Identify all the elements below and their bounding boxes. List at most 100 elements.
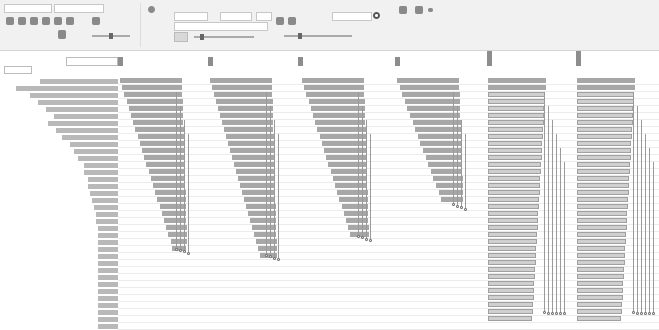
- timeline-cell[interactable]: [139, 141, 184, 146]
- timeline-cell[interactable]: [397, 78, 459, 83]
- name-row[interactable]: [0, 232, 118, 239]
- timeline-cell[interactable]: [577, 225, 627, 230]
- timeline-cell[interactable]: [577, 190, 629, 195]
- timeline-cell[interactable]: [216, 99, 273, 104]
- timeline-cell[interactable]: [423, 148, 462, 153]
- chevron-up-icon[interactable]: [428, 8, 433, 12]
- connector-end-marker[interactable]: [357, 234, 360, 238]
- timeline-cell[interactable]: [161, 211, 187, 216]
- name-row[interactable]: [0, 274, 118, 281]
- connector-end-marker[interactable]: [652, 312, 655, 315]
- name-row[interactable]: [0, 260, 118, 267]
- timeline-cell[interactable]: [577, 309, 622, 314]
- name-row[interactable]: [0, 99, 118, 106]
- timeline-cell[interactable]: [488, 162, 542, 167]
- timeline-cell[interactable]: [250, 218, 276, 223]
- connector-end-marker[interactable]: [644, 312, 647, 315]
- user-icon[interactable]: [148, 6, 155, 13]
- timeline-cell[interactable]: [306, 92, 365, 97]
- timeline-cell[interactable]: [236, 169, 275, 174]
- timeline-cell[interactable]: [248, 211, 276, 216]
- timeline-cell[interactable]: [577, 246, 626, 251]
- range-field[interactable]: [174, 22, 268, 31]
- connector-end-marker[interactable]: [265, 253, 268, 257]
- connector-end-marker[interactable]: [179, 248, 182, 252]
- filter-select[interactable]: [174, 12, 208, 21]
- timeline-cell[interactable]: [488, 113, 544, 118]
- timeline-cell[interactable]: [144, 155, 185, 160]
- period-step[interactable]: [256, 12, 272, 21]
- name-row[interactable]: [0, 197, 118, 204]
- connector-end-marker[interactable]: [456, 204, 459, 208]
- connector-end-marker[interactable]: [555, 312, 558, 315]
- connector-end-marker[interactable]: [273, 256, 276, 260]
- name-row[interactable]: [0, 225, 118, 232]
- timeline-cell[interactable]: [488, 246, 537, 251]
- title-field[interactable]: [54, 4, 104, 13]
- timeline-cell[interactable]: [146, 162, 185, 167]
- name-row[interactable]: [0, 246, 118, 253]
- settings-icon[interactable]: [415, 6, 423, 14]
- timeline-cell[interactable]: [488, 85, 546, 90]
- timeline-cell[interactable]: [488, 204, 539, 209]
- timeline-cell[interactable]: [124, 92, 183, 97]
- timeline-cell[interactable]: [234, 162, 275, 167]
- timeline-cell[interactable]: [232, 155, 275, 160]
- search-icon[interactable]: [373, 12, 380, 19]
- connector-end-marker[interactable]: [365, 237, 368, 241]
- timeline-cell[interactable]: [488, 225, 538, 230]
- name-row[interactable]: [0, 106, 118, 113]
- timeline-cell[interactable]: [310, 106, 365, 111]
- timeline-cell[interactable]: [488, 239, 537, 244]
- name-row[interactable]: [0, 295, 118, 302]
- timeline-cell[interactable]: [488, 197, 540, 202]
- timeline-cell[interactable]: [488, 253, 536, 258]
- export-icon[interactable]: [399, 6, 407, 14]
- timeline-cell[interactable]: [488, 141, 543, 146]
- timeline-cell[interactable]: [488, 316, 533, 321]
- timeline-cell[interactable]: [324, 148, 367, 153]
- name-row[interactable]: [0, 141, 118, 148]
- timeline-cell[interactable]: [402, 92, 460, 97]
- zoom-slider[interactable]: [284, 33, 352, 39]
- connector-end-marker[interactable]: [559, 312, 562, 315]
- timeline-cell[interactable]: [214, 92, 273, 97]
- search-input[interactable]: [332, 12, 372, 21]
- timeline-cell[interactable]: [577, 120, 633, 125]
- timeline-cell[interactable]: [404, 99, 460, 104]
- timeline-cell[interactable]: [438, 190, 464, 195]
- name-row[interactable]: [0, 183, 118, 190]
- name-row[interactable]: [0, 267, 118, 274]
- connector-end-marker[interactable]: [632, 310, 635, 314]
- timeline-cell[interactable]: [577, 183, 629, 188]
- play-button[interactable]: [174, 32, 188, 42]
- timeline-cell[interactable]: [433, 176, 463, 181]
- timeline-cell[interactable]: [343, 211, 369, 216]
- timeline-cell[interactable]: [157, 197, 186, 202]
- connector-end-marker[interactable]: [640, 312, 643, 315]
- timeline-cell[interactable]: [577, 211, 628, 216]
- timeline-cell[interactable]: [488, 176, 541, 181]
- timeline-cell[interactable]: [577, 232, 627, 237]
- timeline-cell[interactable]: [577, 204, 628, 209]
- name-row[interactable]: [0, 302, 118, 309]
- file-combo[interactable]: [4, 4, 52, 13]
- name-row[interactable]: [0, 169, 118, 176]
- timeline-cell[interactable]: [488, 134, 543, 139]
- name-row[interactable]: [0, 176, 118, 183]
- timeline-cell[interactable]: [246, 204, 276, 209]
- connector-end-marker[interactable]: [452, 203, 455, 207]
- redo-icon[interactable]: [30, 17, 38, 25]
- timeline-cell[interactable]: [120, 78, 182, 83]
- timeline-cell[interactable]: [210, 78, 272, 83]
- name-row[interactable]: [0, 218, 118, 225]
- timeline-cell[interactable]: [577, 106, 634, 111]
- name-row[interactable]: [0, 155, 118, 162]
- timeline-cell[interactable]: [212, 85, 273, 90]
- timeline-cell[interactable]: [577, 260, 625, 265]
- name-row[interactable]: [0, 85, 118, 92]
- timeline-cell[interactable]: [488, 190, 540, 195]
- timeline-cell[interactable]: [577, 78, 635, 83]
- name-row[interactable]: [0, 323, 118, 330]
- timeline-cell[interactable]: [488, 211, 539, 216]
